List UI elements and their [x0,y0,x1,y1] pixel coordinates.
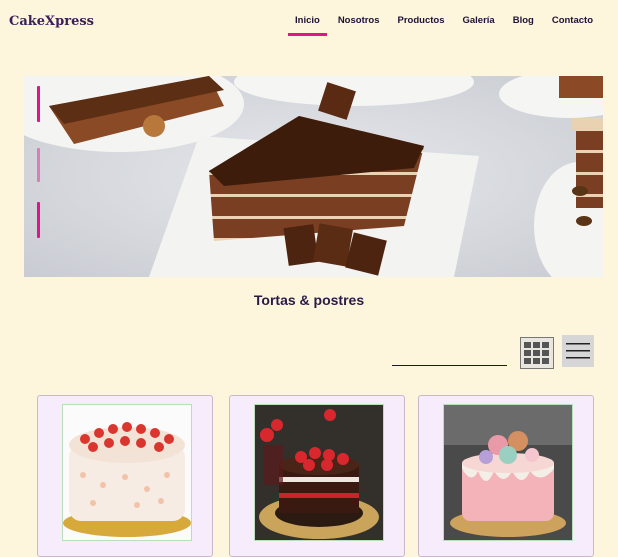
brand-logo[interactable]: CakeXpress [9,14,94,29]
product-image[interactable] [443,404,573,541]
carousel-indicator-3[interactable] [37,202,40,238]
nav-item-galeria[interactable]: Galería [454,15,504,26]
grid-icon [524,342,549,364]
strawberry-cream-cake-image [63,405,191,540]
list-view-button[interactable] [562,335,594,367]
nav-item-blog[interactable]: Blog [504,15,543,26]
hero-carousel[interactable] [24,76,603,277]
product-image[interactable] [254,404,384,541]
nav-item-nosotros[interactable]: Nosotros [329,15,389,26]
list-icon [566,343,590,359]
carousel-indicator-2[interactable] [37,148,40,182]
hero-image [24,76,603,277]
product-image[interactable] [62,404,192,541]
product-card[interactable] [37,395,213,557]
main-nav: Inicio Nosotros Productos Galería Blog C… [286,15,602,36]
nav-item-productos[interactable]: Productos [389,15,454,26]
carousel-indicator-1[interactable] [37,86,40,122]
search-input[interactable] [392,349,507,366]
top-navbar: CakeXpress Inicio Nosotros Productos Gal… [0,0,618,44]
chocolate-strawberry-cake-image [255,405,383,540]
pink-macaron-drip-cake-image [444,405,572,540]
grid-view-button[interactable] [520,337,554,369]
section-title: Tortas & postres [253,292,365,308]
nav-item-contacto[interactable]: Contacto [543,15,602,26]
nav-item-inicio[interactable]: Inicio [286,15,329,36]
product-card[interactable] [418,395,594,557]
product-card[interactable] [229,395,405,557]
